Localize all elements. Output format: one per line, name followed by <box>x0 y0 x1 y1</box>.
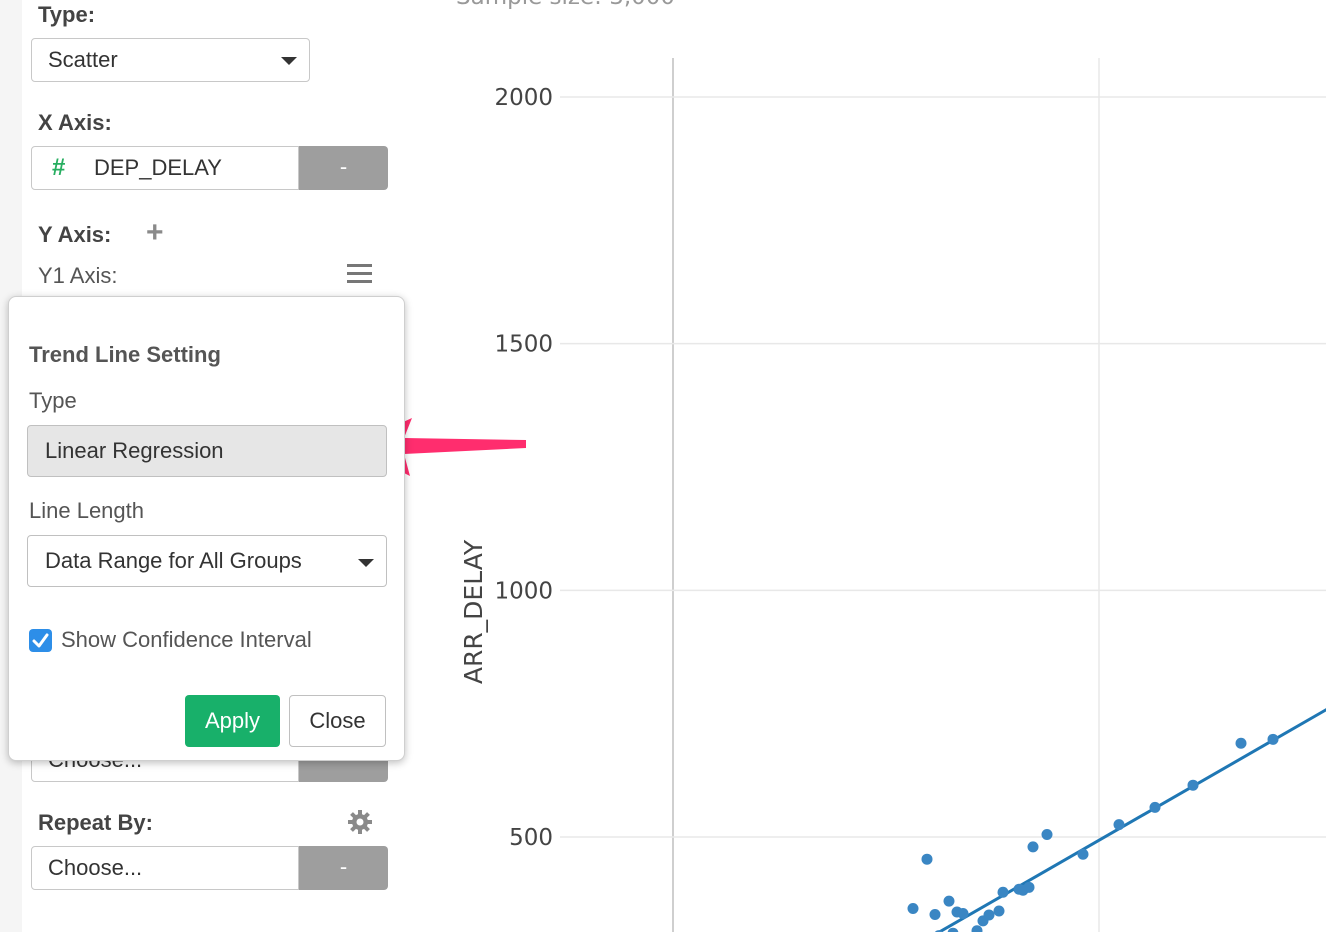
trend-line <box>936 708 1326 932</box>
scatter-point <box>1187 779 1199 791</box>
y-tick-label: 500 <box>509 825 553 851</box>
checkmark-icon <box>32 633 49 648</box>
repeat-by-value: Choose... <box>48 855 143 880</box>
type-label: Type: <box>38 2 96 27</box>
close-button[interactable]: Close <box>289 695 386 747</box>
scatter-point <box>1113 819 1125 831</box>
scatter-point <box>1267 733 1279 745</box>
scatter-point <box>957 907 969 919</box>
x-axis-field-name: DEP_DELAY <box>94 155 222 180</box>
scatter-point <box>993 905 1005 917</box>
scatter-point <box>1023 881 1035 893</box>
x-axis-remove-button[interactable]: - <box>299 146 388 190</box>
chart-subtitle: Sample size: 3,000 <box>456 0 675 10</box>
scatter-point <box>1235 737 1247 749</box>
y-tick-label: 1500 <box>494 332 553 358</box>
menu-icon[interactable] <box>347 264 372 284</box>
popover-title: Trend Line Setting <box>29 342 221 367</box>
apply-button[interactable]: Apply <box>185 695 280 747</box>
scatter-point <box>921 853 933 865</box>
scatter-point <box>983 909 995 921</box>
x-axis-field[interactable]: # DEP_DELAY <box>31 146 299 190</box>
chart-type-select[interactable]: Scatter <box>31 38 310 82</box>
y-tick-label: 2000 <box>494 85 553 111</box>
y-axis-label: Y Axis: <box>38 222 112 247</box>
scatter-point <box>947 927 959 932</box>
x-axis-label: X Axis: <box>38 110 112 135</box>
scatter-chart: Sample size: 3,000 500 1000 1500 2000 ARR_D… <box>456 0 1326 932</box>
line-length-select[interactable]: Data Range for All Groups <box>27 535 387 587</box>
numeric-type-icon: # <box>52 154 66 181</box>
trend-type-label: Type <box>29 388 77 413</box>
scatter-point <box>1041 829 1053 841</box>
y-tick-label: 1000 <box>494 578 553 604</box>
confidence-interval-checkbox[interactable] <box>29 629 52 652</box>
line-length-label: Line Length <box>29 498 144 523</box>
scatter-point <box>1149 801 1161 813</box>
y1-axis-label: Y1 Axis: <box>38 263 118 288</box>
repeat-by-remove-button[interactable]: - <box>299 846 388 890</box>
scatter-point <box>929 908 941 920</box>
repeat-by-field[interactable]: Choose... <box>31 846 299 890</box>
line-length-value: Data Range for All Groups <box>45 548 302 573</box>
repeat-by-label: Repeat By: <box>38 810 153 835</box>
gear-icon[interactable] <box>347 809 373 835</box>
scatter-point <box>971 925 983 932</box>
scatter-point <box>907 903 919 915</box>
plus-icon[interactable]: + <box>146 216 164 250</box>
trend-line-popover: Trend Line Setting Type Linear Regressio… <box>8 296 405 761</box>
chevron-down-icon <box>358 559 374 567</box>
confidence-interval-label: Show Confidence Interval <box>61 627 312 652</box>
scatter-point <box>943 895 955 907</box>
scatter-point <box>1077 848 1089 860</box>
chevron-down-icon <box>281 57 297 65</box>
scatter-point <box>997 886 1009 898</box>
y-axis-title: ARR_DELAY <box>459 539 488 684</box>
trend-type-select[interactable]: Linear Regression <box>27 425 387 477</box>
chart-type-value: Scatter <box>48 47 118 72</box>
scatter-point <box>1027 841 1039 853</box>
